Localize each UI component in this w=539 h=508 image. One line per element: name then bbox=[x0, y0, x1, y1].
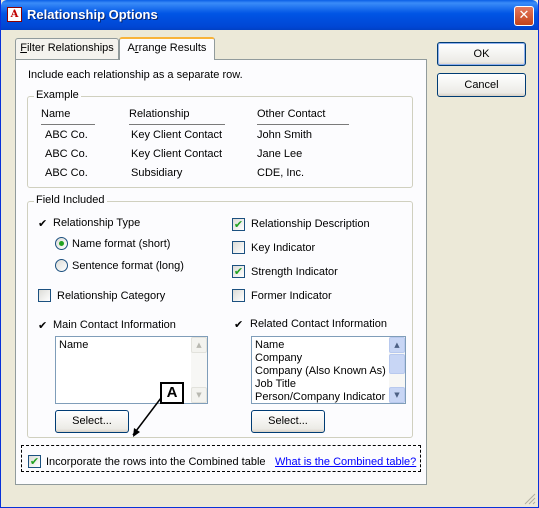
relationship-category-label: Relationship Category bbox=[57, 290, 166, 302]
tab-label-pre: A bbox=[127, 42, 135, 54]
relationship-type-label: Relationship Type bbox=[53, 217, 141, 229]
main-contact-scrollbar[interactable]: ▲ ▼ bbox=[191, 337, 207, 403]
related-contact-listbox[interactable]: Name Company Company (Also Known As) Job… bbox=[251, 336, 406, 404]
example-cell: Key Client Contact bbox=[131, 129, 223, 141]
window-title: Relationship Options bbox=[27, 7, 158, 22]
tab-label: ilter Relationships bbox=[26, 42, 114, 54]
related-contact-select-button[interactable]: Select... bbox=[251, 410, 325, 433]
key-indicator-checkbox[interactable] bbox=[232, 241, 245, 254]
relationship-description-checkbox[interactable]: ✔ bbox=[232, 218, 245, 231]
relationship-type-check-icon: ✔ bbox=[38, 217, 48, 230]
incorporate-label: Incorporate the rows into the Combined t… bbox=[46, 456, 266, 468]
example-cell: Jane Lee bbox=[257, 148, 303, 160]
strength-indicator-checkbox[interactable]: ✔ bbox=[232, 265, 245, 278]
list-item[interactable]: Person/Company Indicator bbox=[255, 391, 385, 403]
example-cell: Subsidiary bbox=[131, 167, 183, 179]
title-bar[interactable]: A Relationship Options ✕ bbox=[1, 0, 538, 30]
list-item[interactable]: Job Title bbox=[255, 378, 296, 390]
list-item[interactable]: Company (Also Known As) bbox=[255, 365, 386, 377]
example-group-title: Example bbox=[34, 89, 81, 101]
example-cell: CDE, Inc. bbox=[257, 167, 305, 179]
list-item[interactable]: Name bbox=[255, 339, 284, 351]
related-contact-label: Related Contact Information bbox=[250, 318, 387, 330]
callout-label: A bbox=[160, 382, 184, 404]
key-indicator-label: Key Indicator bbox=[251, 242, 316, 254]
example-cell: ABC Co. bbox=[45, 148, 88, 160]
header-underline bbox=[257, 124, 349, 125]
header-underline bbox=[41, 124, 95, 125]
combined-table-help-link[interactable]: What is the Combined table? bbox=[275, 456, 416, 468]
cancel-button[interactable]: Cancel bbox=[437, 73, 526, 97]
intro-text: Include each relationship as a separate … bbox=[28, 69, 243, 81]
field-included-title: Field Included bbox=[34, 194, 107, 206]
tab-label-post: range Results bbox=[138, 42, 207, 54]
example-header-relationship: Relationship bbox=[129, 108, 190, 120]
strength-indicator-label: Strength Indicator bbox=[251, 266, 338, 278]
list-item[interactable]: Company bbox=[255, 352, 302, 364]
list-item[interactable]: Name bbox=[59, 339, 88, 351]
example-cell: John Smith bbox=[257, 129, 313, 141]
incorporate-checkbox[interactable]: ✔ bbox=[28, 455, 41, 468]
former-indicator-checkbox[interactable] bbox=[232, 289, 245, 302]
sentence-format-label: Sentence format (long) bbox=[72, 260, 184, 272]
example-cell: Key Client Contact bbox=[131, 148, 223, 160]
example-header-name: Name bbox=[41, 108, 71, 120]
scroll-up-icon[interactable]: ▲ bbox=[191, 337, 207, 353]
relationship-options-dialog: A Relationship Options ✕ Filter Relation… bbox=[0, 0, 539, 508]
related-contact-scrollbar[interactable]: ▲ ▼ bbox=[389, 337, 405, 403]
example-header-other-contact: Other Contact bbox=[257, 108, 326, 120]
scroll-down-icon[interactable]: ▼ bbox=[389, 387, 405, 403]
relationship-description-label: Relationship Description bbox=[251, 218, 370, 230]
tab-arrange-results[interactable]: Arrange Results bbox=[119, 37, 215, 60]
ok-button[interactable]: OK bbox=[437, 42, 526, 66]
name-format-radio[interactable] bbox=[55, 237, 68, 250]
close-button[interactable]: ✕ bbox=[514, 6, 534, 26]
sentence-format-radio[interactable] bbox=[55, 259, 68, 272]
scroll-thumb[interactable] bbox=[389, 354, 405, 374]
tab-filter-relationships[interactable]: Filter Relationships bbox=[15, 38, 119, 59]
relationship-category-checkbox[interactable] bbox=[38, 289, 51, 302]
header-underline bbox=[129, 124, 225, 125]
scroll-up-icon[interactable]: ▲ bbox=[389, 337, 405, 353]
resize-grip-icon[interactable] bbox=[524, 493, 536, 505]
example-cell: ABC Co. bbox=[45, 167, 88, 179]
app-logo-icon: A bbox=[7, 7, 22, 22]
scroll-down-icon[interactable]: ▼ bbox=[191, 387, 207, 403]
arrange-results-panel: Include each relationship as a separate … bbox=[15, 59, 427, 485]
tab-accelerator: F bbox=[20, 42, 27, 54]
name-format-label: Name format (short) bbox=[72, 238, 171, 250]
main-contact-check-icon: ✔ bbox=[38, 319, 48, 332]
main-contact-select-button[interactable]: Select... bbox=[55, 410, 129, 433]
related-contact-check-icon: ✔ bbox=[234, 318, 244, 331]
former-indicator-label: Former Indicator bbox=[251, 290, 332, 302]
example-cell: ABC Co. bbox=[45, 129, 88, 141]
main-contact-label: Main Contact Information bbox=[53, 319, 176, 331]
main-contact-listbox[interactable]: Name ▲ ▼ bbox=[55, 336, 208, 404]
